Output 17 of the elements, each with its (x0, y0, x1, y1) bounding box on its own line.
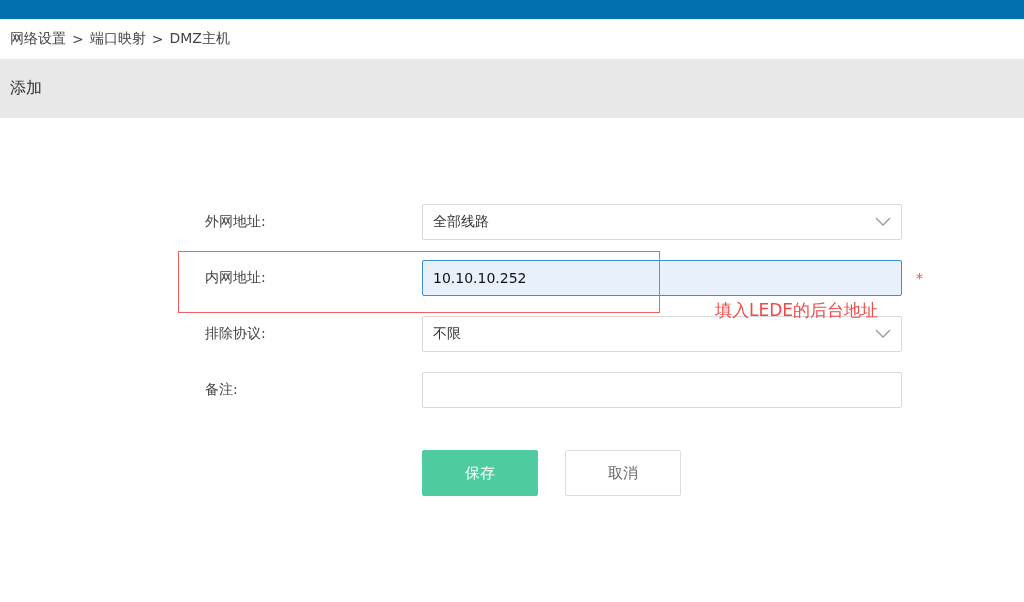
breadcrumb-separator: > (151, 31, 164, 47)
breadcrumb-separator: > (72, 31, 84, 47)
field-label: 内网地址: (205, 269, 267, 287)
required-mark: * (916, 270, 923, 286)
dropdown[interactable]: 全部线路 (422, 204, 902, 240)
breadcrumb-item[interactable]: 端口映射 (89, 30, 146, 48)
field-label: 排除协议: (205, 325, 267, 343)
chevron-down-icon (875, 329, 891, 339)
input-field[interactable]: 10.10.10.252 (422, 260, 902, 296)
input-field[interactable] (422, 372, 902, 408)
breadcrumb-item: DMZ主机 (169, 30, 230, 48)
breadcrumb-item[interactable]: 网络设置 (10, 30, 66, 48)
field-label: 备注: (205, 381, 239, 399)
panel-title: 添加 (10, 78, 42, 99)
chevron-down-icon (875, 217, 891, 227)
cancel-button[interactable]: 取消 (565, 450, 681, 496)
field-label: 外网地址: (205, 213, 267, 231)
